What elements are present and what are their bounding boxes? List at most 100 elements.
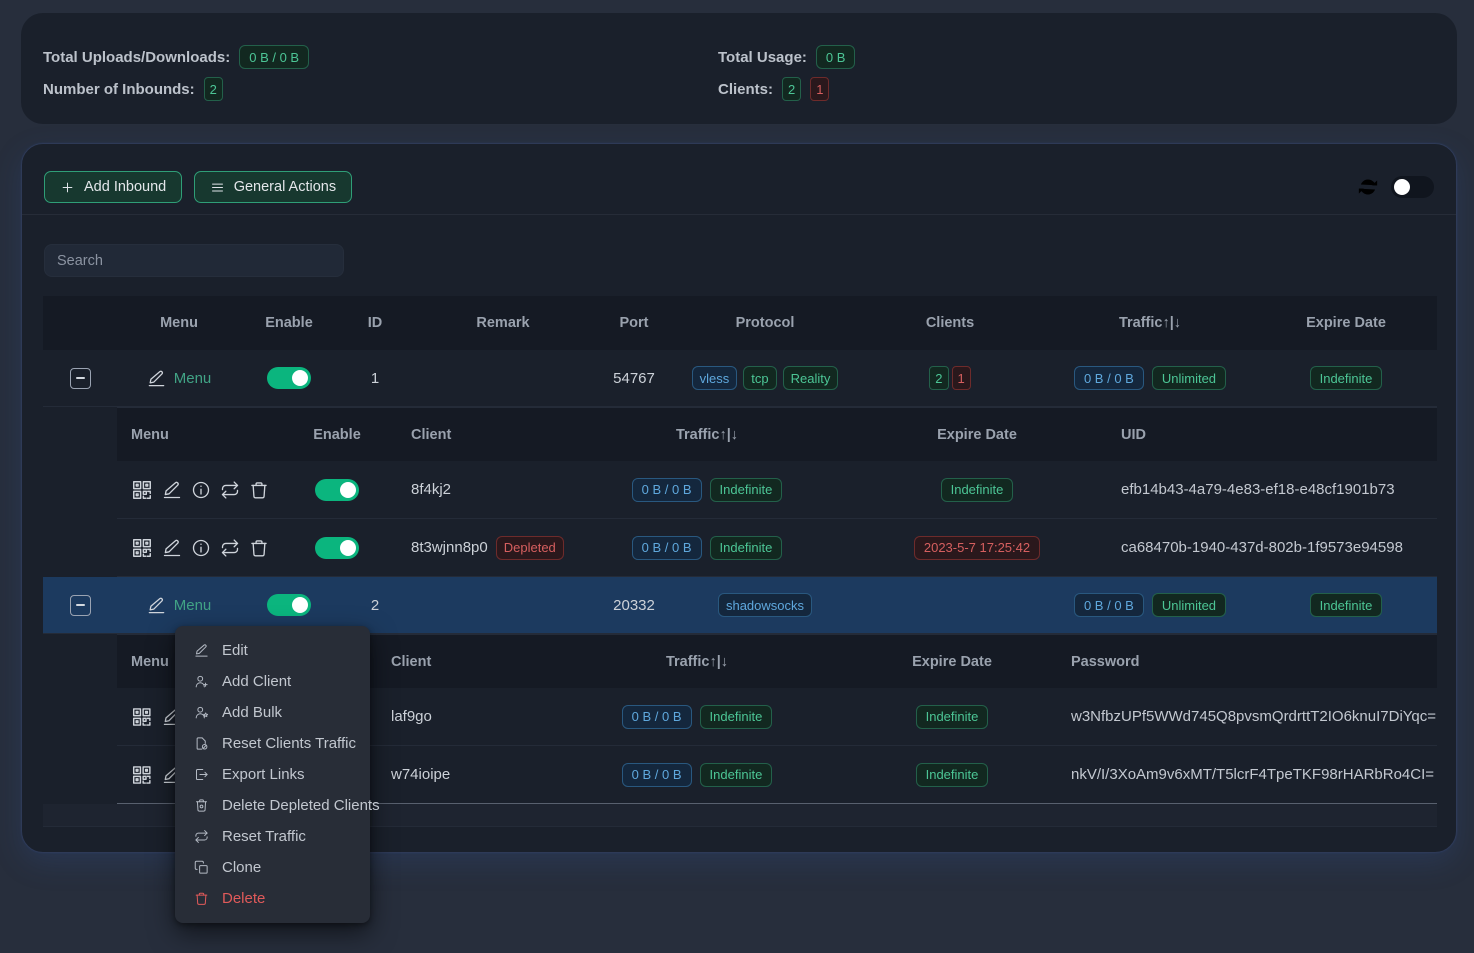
traffic-badge: 0 B / 0 B	[1074, 366, 1144, 390]
stat-total-usage-label: Total Usage:	[718, 49, 807, 66]
security-tag: Reality	[783, 366, 839, 390]
sub-header-expire: Expire Date	[847, 427, 1107, 443]
clients-active-badge: 2	[929, 366, 948, 390]
stat-inbounds-count: Number of Inbounds: 2	[43, 73, 718, 105]
menu-item-clone[interactable]: Clone	[175, 852, 370, 883]
delete-icon	[194, 891, 209, 906]
sub-header-password: Password	[1057, 654, 1437, 670]
general-actions-label: General Actions	[234, 179, 336, 195]
sub-header-traffic[interactable]: Traffic↑|↓	[547, 654, 847, 670]
menu-item-export-links[interactable]: Export Links	[175, 759, 370, 790]
traffic-limit-badge: Unlimited	[1152, 593, 1226, 617]
sub-header-expire: Expire Date	[847, 654, 1057, 670]
enable-toggle[interactable]	[267, 594, 311, 616]
client-name: w74ioipe	[377, 766, 547, 783]
sub-header-traffic[interactable]: Traffic↑|↓	[567, 427, 847, 443]
menu-item-delete[interactable]: Delete	[175, 883, 370, 914]
client-traffic-limit-badge: Indefinite	[710, 536, 783, 560]
search-input[interactable]	[44, 244, 344, 277]
client-enable-toggle[interactable]	[315, 537, 359, 559]
general-actions-button[interactable]: General Actions	[194, 171, 352, 203]
client-password: w3NfbzUPf5WWd745Q8pvsmQrdrttT2IO6knuI7Di…	[1057, 708, 1437, 725]
header-traffic[interactable]: Traffic↑|↓	[1045, 315, 1255, 331]
delete-client-icon[interactable]	[249, 538, 269, 558]
client-traffic-badge: 0 B / 0 B	[622, 705, 692, 729]
stat-uploads-downloads-label: Total Uploads/Downloads:	[43, 49, 230, 66]
table-header-row: Menu Enable ID Remark Port Protocol Clie…	[43, 296, 1437, 350]
add-client-icon	[194, 674, 209, 689]
depleted-badge: Depleted	[496, 536, 564, 560]
client-traffic-limit-badge: Indefinite	[700, 705, 773, 729]
client-traffic-badge: 0 B / 0 B	[632, 478, 702, 502]
header-menu: Menu	[117, 315, 241, 331]
clone-icon	[194, 860, 209, 875]
stat-clients: Clients: 2 1	[718, 73, 1435, 105]
collapse-row-button[interactable]	[70, 368, 91, 389]
stat-total-usage-value: 0 B	[816, 45, 856, 69]
client-traffic-limit-badge: Indefinite	[700, 763, 773, 787]
reset-traffic-icon[interactable]	[220, 538, 240, 558]
expire-badge: Indefinite	[1310, 593, 1383, 617]
protocol-tag: shadowsocks	[718, 593, 812, 617]
header-enable: Enable	[241, 315, 337, 331]
theme-toggle[interactable]	[1391, 176, 1434, 198]
reset-traffic-icon[interactable]	[220, 480, 240, 500]
menu-item-reset-clients-traffic[interactable]: Reset Clients Traffic	[175, 728, 370, 759]
inbound-1-clients-section: Menu Enable Client Traffic↑|↓ Expire Dat…	[117, 407, 1437, 577]
menu-item-add-bulk[interactable]: Add Bulk	[175, 697, 370, 728]
menu-bars-icon	[210, 180, 225, 195]
client-expire-badge: 2023-5-7 17:25:42	[914, 536, 1040, 560]
minus-icon	[76, 604, 85, 606]
add-inbound-button[interactable]: Add Inbound	[44, 171, 182, 203]
collapse-row-button[interactable]	[70, 595, 91, 616]
qrcode-icon[interactable]	[131, 479, 153, 501]
menu-item-add-client[interactable]: Add Client	[175, 666, 370, 697]
info-icon[interactable]	[191, 480, 211, 500]
expire-badge: Indefinite	[1310, 366, 1383, 390]
client-enable-toggle[interactable]	[315, 479, 359, 501]
header-protocol: Protocol	[675, 315, 855, 331]
edit-client-icon[interactable]	[162, 538, 182, 558]
edit-client-icon[interactable]	[162, 480, 182, 500]
inbound-menu-label: Menu	[174, 597, 212, 614]
client-name: 8f4kj2	[397, 481, 567, 498]
header-expire-date: Expire Date	[1255, 315, 1437, 331]
plus-icon	[60, 180, 75, 195]
refresh-icon[interactable]	[1358, 177, 1378, 197]
transport-tag: tcp	[743, 366, 776, 390]
panel-toolbar: Add Inbound General Actions	[22, 144, 1456, 215]
clients-table-header: Menu Enable Client Traffic↑|↓ Expire Dat…	[117, 407, 1437, 461]
inbound-context-menu: Edit Add Client Add Bulk Reset Clients T…	[175, 626, 370, 923]
inbound-port: 20332	[593, 597, 675, 614]
inbound-menu-button[interactable]: Menu	[117, 369, 241, 388]
stats-card: Total Uploads/Downloads: 0 B / 0 B Total…	[21, 13, 1457, 124]
stat-total-usage: Total Usage: 0 B	[718, 41, 1435, 73]
reset-traffic-icon	[194, 829, 209, 844]
qrcode-icon[interactable]	[131, 706, 153, 728]
delete-client-icon[interactable]	[249, 480, 269, 500]
inbound-id: 1	[337, 370, 413, 387]
client-row: 8t3wjnn8p0 Depleted 0 B / 0 B Indefinite…	[117, 519, 1437, 577]
menu-item-delete-depleted-clients[interactable]: Delete Depleted Clients	[175, 790, 370, 821]
protocol-tag: vless	[692, 366, 738, 390]
header-id: ID	[337, 315, 413, 331]
edit-pencil-icon	[147, 369, 166, 388]
stat-uploads-downloads-value: 0 B / 0 B	[239, 45, 309, 69]
qrcode-icon[interactable]	[131, 537, 153, 559]
qrcode-icon[interactable]	[131, 764, 153, 786]
add-bulk-icon	[194, 705, 209, 720]
menu-item-reset-traffic[interactable]: Reset Traffic	[175, 821, 370, 852]
client-name: laf9go	[377, 708, 547, 725]
inbound-menu-button[interactable]: Menu	[117, 596, 241, 615]
info-icon[interactable]	[191, 538, 211, 558]
client-expire-badge: Indefinite	[941, 478, 1014, 502]
traffic-badge: 0 B / 0 B	[1074, 593, 1144, 617]
header-clients: Clients	[855, 315, 1045, 331]
add-inbound-label: Add Inbound	[84, 179, 166, 195]
inbound-row-1: Menu 1 54767 vless tcp Reality 2 1 0 B /…	[43, 350, 1437, 407]
sub-header-client: Client	[397, 427, 567, 443]
sub-header-uid: UID	[1107, 427, 1437, 443]
stat-clients-depleted: 1	[810, 77, 829, 101]
menu-item-edit[interactable]: Edit	[175, 635, 370, 666]
enable-toggle[interactable]	[267, 367, 311, 389]
